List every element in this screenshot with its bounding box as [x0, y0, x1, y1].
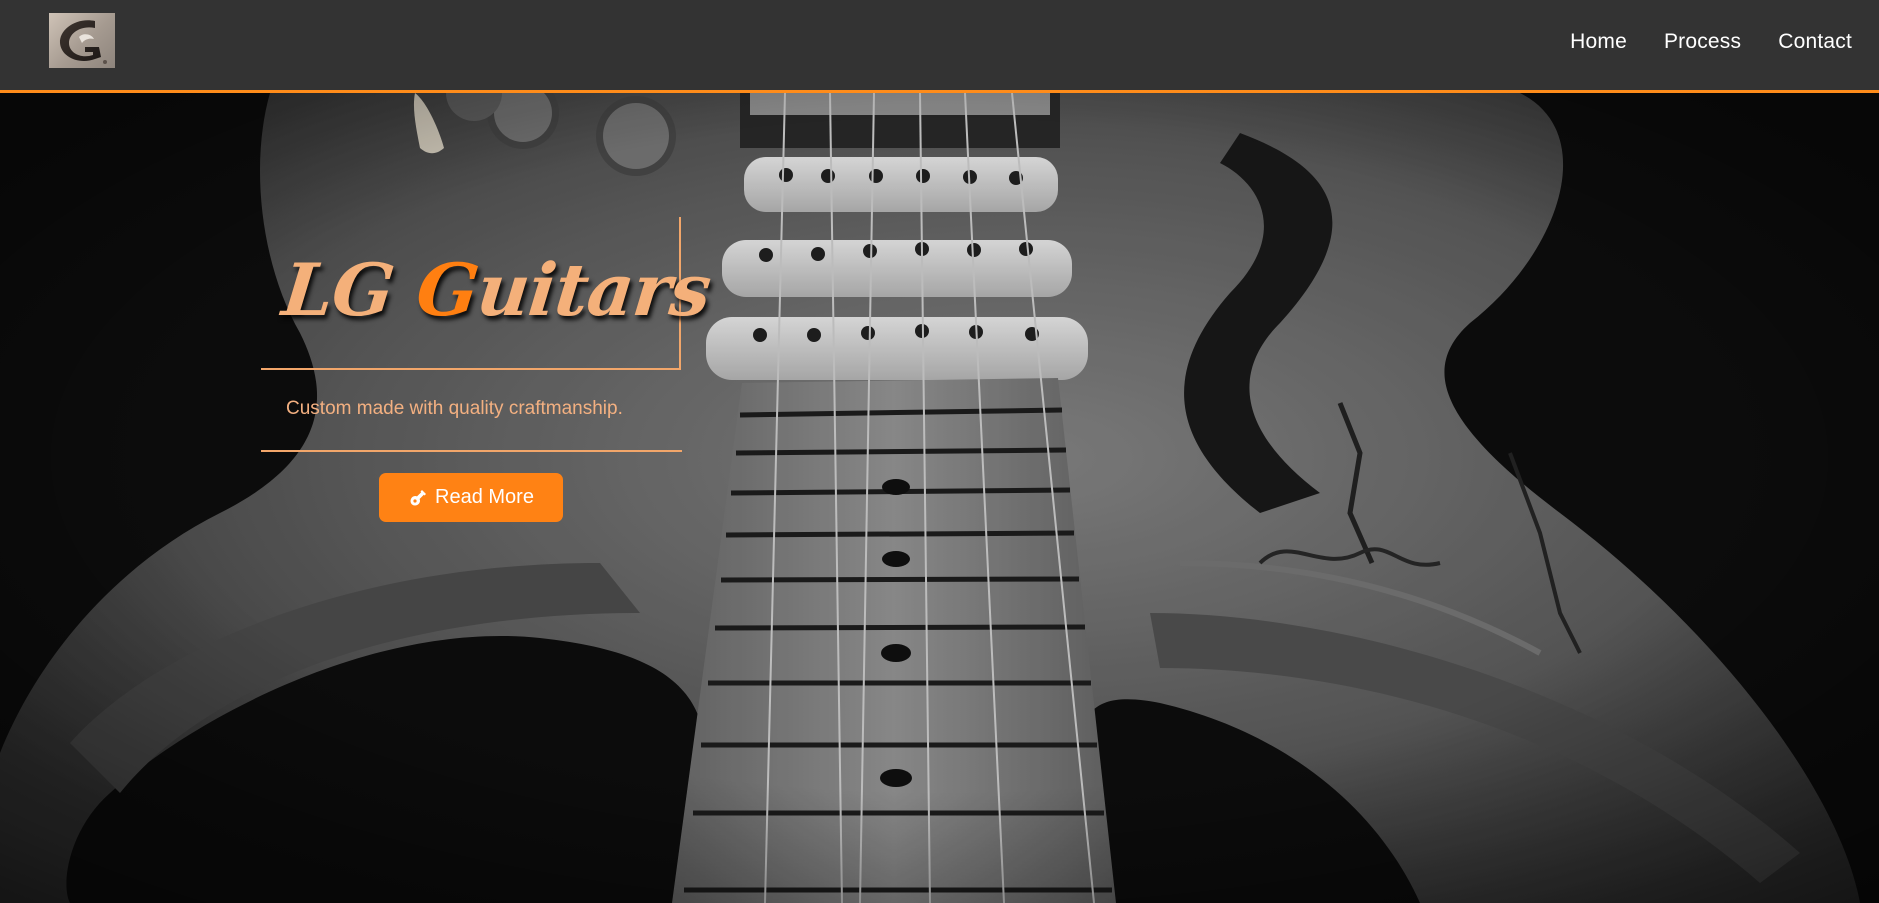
- main-nav: Home Process Contact: [1570, 30, 1852, 54]
- hero-section: LG Guitars Custom made with quality craf…: [0, 93, 1879, 903]
- hero-divider: [261, 450, 682, 452]
- hero-title-lg: LG: [278, 247, 398, 332]
- hero-title: LG Guitars: [279, 247, 715, 332]
- read-more-button[interactable]: Read More: [379, 473, 563, 522]
- hero-title-rest: uitars: [473, 247, 715, 332]
- hero-title-frame: LG Guitars: [261, 217, 714, 370]
- guitar-background-image: [0, 93, 1879, 903]
- nav-contact-link[interactable]: Contact: [1778, 30, 1852, 54]
- hero-tagline: Custom made with quality craftmanship.: [286, 398, 623, 419]
- nav-process-link[interactable]: Process: [1664, 30, 1741, 54]
- guitar-icon: [410, 489, 427, 505]
- lg-logo-icon: [59, 20, 107, 64]
- navbar: Home Process Contact: [0, 0, 1879, 93]
- brand-logo[interactable]: [49, 13, 115, 68]
- read-more-label: Read More: [435, 486, 534, 508]
- nav-home-link[interactable]: Home: [1570, 30, 1627, 54]
- hero-title-g: G: [412, 247, 483, 332]
